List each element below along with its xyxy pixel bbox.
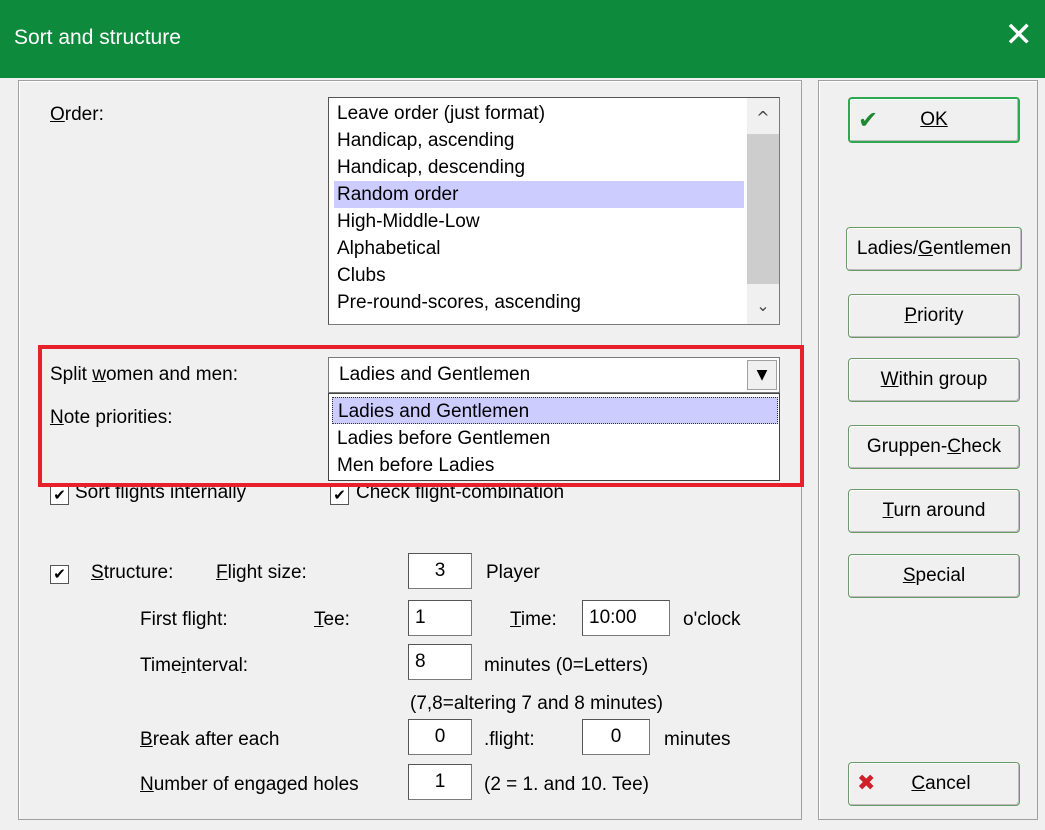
check-flight-checkbox[interactable]: ✔ (330, 486, 349, 505)
order-scrollbar[interactable]: ^ ⌄ (747, 98, 779, 324)
scroll-down-icon[interactable]: ⌄ (747, 290, 779, 322)
ok-button[interactable]: ✔ OK (848, 97, 1020, 143)
flight-size-input[interactable]: 3 (408, 553, 472, 589)
break-flights-input[interactable]: 0 (408, 719, 472, 755)
order-listbox[interactable]: Leave order (just format) Handicap, asce… (328, 97, 780, 325)
interval-label: Timeinterval: (140, 655, 249, 676)
flight-size-label: Flight size: (216, 562, 307, 583)
ok-label: OK (920, 109, 948, 130)
break-label: Break after each (140, 729, 280, 750)
order-option[interactable]: Clubs (334, 262, 744, 289)
window-title: Sort and structure (14, 26, 181, 49)
priority-button[interactable]: Priority (848, 294, 1020, 338)
holes-input[interactable]: 1 (408, 764, 472, 800)
structure-checkbox[interactable]: ✔ (50, 565, 69, 584)
scroll-up-icon[interactable]: ^ (747, 102, 779, 134)
tee-input[interactable]: 1 (408, 600, 472, 636)
first-flight-label: First flight: (140, 609, 228, 630)
break-flight-unit: .flight: (484, 729, 535, 750)
interval-unit: minutes (0=Letters) (484, 655, 649, 676)
time-input[interactable]: 10:00 (582, 600, 670, 636)
order-option[interactable]: Handicap, ascending (334, 127, 744, 154)
order-option[interactable]: Alphabetical (334, 235, 744, 262)
title-bar: Sort and structure ✕ (0, 0, 1045, 78)
oclock-label: o'clock (683, 609, 741, 630)
turn-around-button[interactable]: Turn around (848, 489, 1020, 533)
break-minutes-unit: minutes (664, 729, 731, 750)
ladies-gentlemen-button[interactable]: Ladies/Gentlemen (846, 227, 1022, 271)
order-option[interactable]: High-Middle-Low (334, 208, 744, 235)
within-group-button[interactable]: Within group (848, 358, 1020, 402)
interval-input[interactable]: 8 (408, 644, 472, 680)
cancel-label: Cancel (911, 773, 971, 794)
time-label: Time: (510, 609, 557, 630)
tee-label: Tee: (314, 609, 350, 630)
order-label: Order: (50, 104, 104, 125)
holes-label: Number of engaged holes (140, 774, 359, 795)
cancel-button[interactable]: ✖ Cancel (848, 762, 1020, 806)
cancel-x-icon: ✖ (857, 771, 876, 796)
scroll-thumb[interactable] (747, 134, 779, 284)
holes-note: (2 = 1. and 10. Tee) (484, 774, 649, 795)
checkmark-icon: ✔ (858, 106, 879, 134)
highlight-box (38, 345, 804, 487)
close-icon[interactable]: ✕ (1005, 18, 1034, 52)
order-option[interactable]: Leave order (just format) (334, 100, 744, 127)
gruppen-check-button[interactable]: Gruppen-Check (848, 425, 1020, 469)
sort-flights-checkbox[interactable]: ✔ (50, 486, 69, 505)
special-button[interactable]: Special (848, 554, 1020, 598)
interval-note: (7,8=altering 7 and 8 minutes) (410, 693, 663, 714)
player-label: Player (486, 562, 540, 583)
break-minutes-input[interactable]: 0 (582, 719, 650, 755)
structure-label: Structure: (91, 562, 174, 583)
order-option[interactable]: Pre-round-scores, ascending (334, 289, 744, 316)
order-option[interactable]: Handicap, descending (334, 154, 744, 181)
order-option-selected[interactable]: Random order (334, 181, 744, 208)
